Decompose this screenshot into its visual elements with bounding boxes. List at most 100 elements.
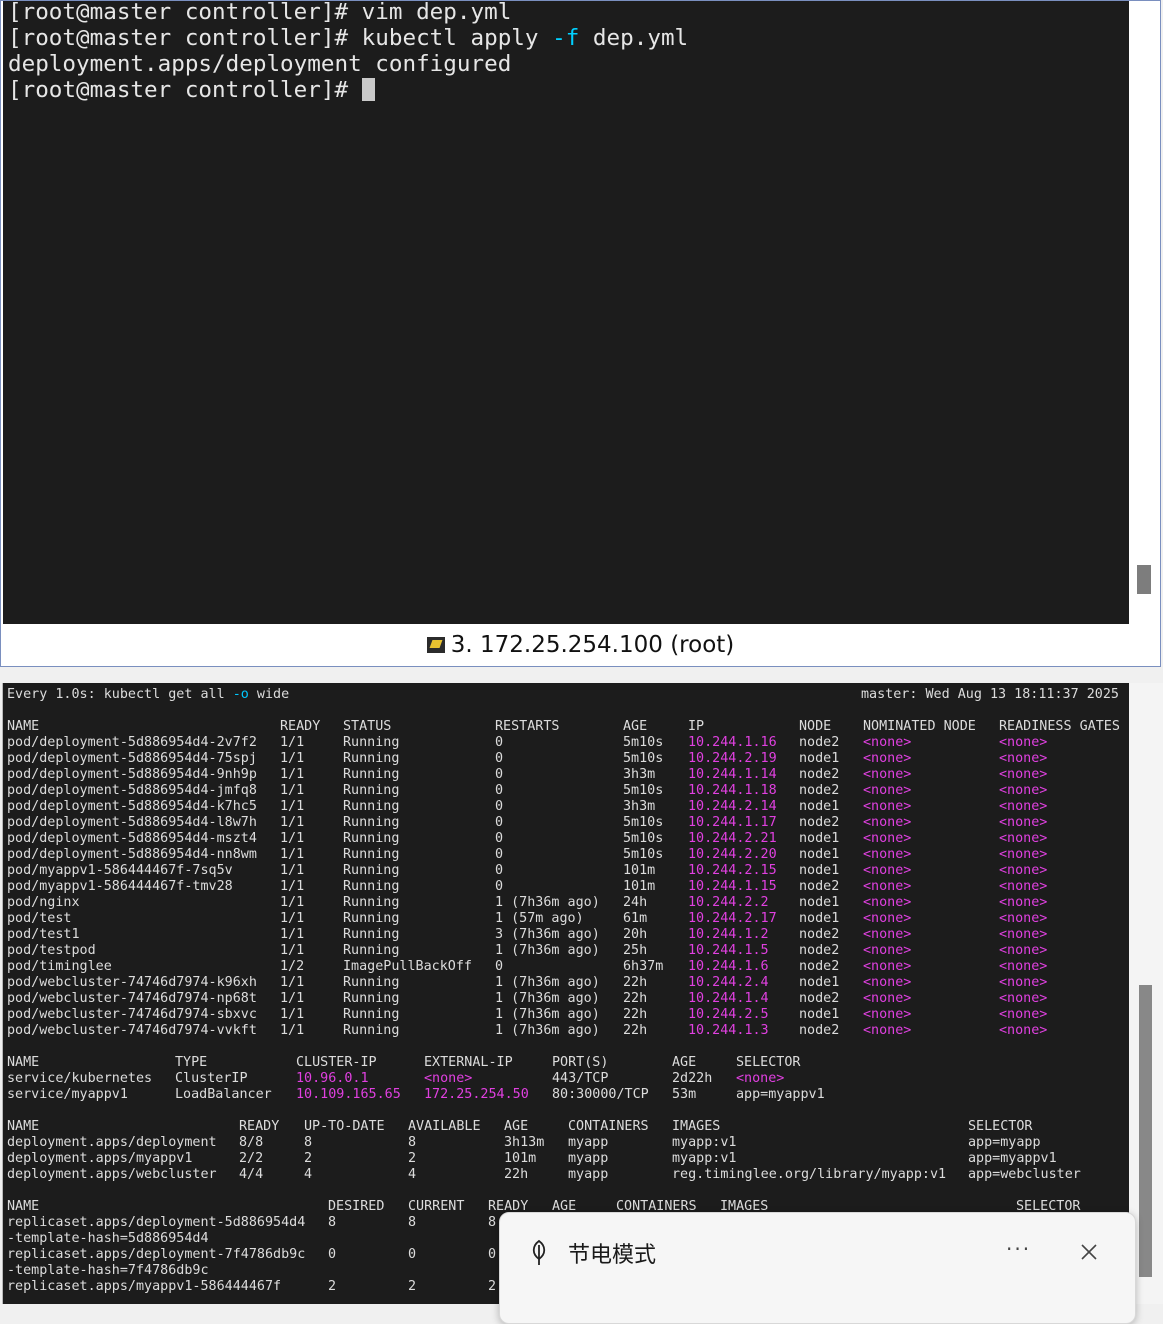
table-cell: Running (343, 911, 400, 926)
table-cell: <none> (863, 799, 912, 814)
table-cell: Running (343, 895, 400, 910)
table-cell: node1 (799, 751, 840, 766)
column-header: NAME (7, 1199, 40, 1214)
table-cell: node2 (799, 815, 840, 830)
prompt-text: [root@master controller]# (8, 77, 362, 103)
table-cell: 1 (7h36m ago) (495, 1023, 600, 1038)
table-cell: 3 (7h36m ago) (495, 927, 600, 942)
table-cell: Running (343, 1007, 400, 1022)
table-cell: 5m10s (623, 815, 664, 830)
table-cell: 10.244.1.4 (688, 991, 769, 1006)
table-cell: 1/1 (280, 991, 305, 1006)
table-cell: 1/1 (280, 895, 305, 910)
table-cell: node2 (799, 879, 840, 894)
battery-saver-notification[interactable]: 节电模式 ··· (499, 1212, 1136, 1324)
leaf-icon (532, 1239, 546, 1265)
watch-header: Every 1.0s: kubectl get all -o wide (7, 687, 289, 703)
table-cell: 0 (488, 1247, 497, 1262)
table-cell: Running (343, 767, 400, 782)
table-cell: node1 (799, 1007, 840, 1022)
table-cell: <none> (863, 975, 912, 990)
more-options-button[interactable]: ··· (1006, 1237, 1031, 1261)
table-cell: replicaset.apps/deployment-7f4786db9c (7, 1247, 306, 1262)
table-cell: 10.109.165.65 (296, 1087, 401, 1102)
top-terminal-screen[interactable]: [root@master controller]# vim dep.yml [r… (3, 1, 1129, 624)
table-cell: node1 (799, 895, 840, 910)
column-header: CLUSTER-IP (296, 1055, 377, 1070)
table-cell: Running (343, 815, 400, 830)
table-cell: node1 (799, 847, 840, 862)
table-cell: 10.244.1.5 (688, 943, 769, 958)
top-scrollbar-thumb[interactable] (1137, 565, 1151, 594)
key-icon (426, 637, 445, 653)
table-cell: pod/webcluster-74746d7974-np68t (7, 991, 257, 1006)
table-cell: pod/deployment-5d886954d4-nn8wm (7, 847, 257, 862)
column-header: PORT(S) (552, 1055, 609, 1070)
table-cell: node1 (799, 975, 840, 990)
table-cell: 0 (495, 735, 504, 750)
table-cell: 1/1 (280, 927, 305, 942)
table-cell: service/kubernetes (7, 1071, 153, 1086)
bottom-scrollbar-thumb[interactable] (1139, 985, 1152, 1277)
session-tab[interactable]: 3. 172.25.254.100 (root) (426, 632, 734, 658)
table-cell: <none> (999, 927, 1048, 942)
table-cell: <none> (863, 863, 912, 878)
table-cell: <none> (863, 847, 912, 862)
table-cell: Running (343, 783, 400, 798)
table-cell: 10.244.1.3 (688, 1023, 769, 1038)
table-cell: myapp (568, 1151, 609, 1166)
table-cell: Running (343, 751, 400, 766)
column-header: READY (280, 719, 321, 734)
table-cell: 22h (623, 1023, 648, 1038)
table-cell: 24h (623, 895, 648, 910)
table-cell: 4 (304, 1167, 313, 1182)
table-cell: <none> (999, 911, 1048, 926)
table-cell: 22h (623, 1007, 648, 1022)
table-cell: 1/1 (280, 911, 305, 926)
table-cell: Running (343, 991, 400, 1006)
close-icon[interactable] (1080, 1243, 1098, 1261)
table-cell: node1 (799, 863, 840, 878)
table-cell: 2 (328, 1279, 337, 1294)
table-cell: <none> (863, 751, 912, 766)
table-cell: 1/1 (280, 863, 305, 878)
top-scrollbar[interactable] (1129, 1, 1160, 624)
table-cell: <none> (999, 943, 1048, 958)
table-cell: pod/deployment-5d886954d4-mszt4 (7, 831, 257, 846)
table-cell: 10.244.1.17 (688, 815, 777, 830)
table-cell: <none> (999, 767, 1048, 782)
table-cell: <none> (863, 927, 912, 942)
table-cell: 4 (408, 1167, 417, 1182)
column-header: READY (239, 1119, 280, 1134)
table-cell: node1 (799, 799, 840, 814)
table-cell: 22h (623, 975, 648, 990)
table-cell: 10.244.1.6 (688, 959, 769, 974)
terminal-line: deployment.apps/deployment configured (8, 51, 512, 77)
table-cell: 53m (672, 1087, 697, 1102)
table-cell: <none> (863, 1023, 912, 1038)
table-cell: 25h (623, 943, 648, 958)
table-cell: 10.244.2.15 (688, 863, 777, 878)
table-cell: <none> (863, 879, 912, 894)
column-header: SELECTOR (736, 1055, 801, 1070)
column-header: AVAILABLE (408, 1119, 481, 1134)
table-cell: 0 (495, 831, 504, 846)
table-cell: pod/deployment-5d886954d4-jmfq8 (7, 783, 257, 798)
table-cell: 8 (408, 1215, 417, 1230)
table-cell: 0 (495, 799, 504, 814)
table-cell: 2 (408, 1151, 417, 1166)
table-cell: node2 (799, 991, 840, 1006)
table-cell: 3h3m (623, 799, 656, 814)
column-header: NAME (7, 1055, 40, 1070)
table-cell: <none> (863, 991, 912, 1006)
table-cell: 443/TCP (552, 1071, 609, 1086)
table-cell: 5m10s (623, 831, 664, 846)
watch-flag: -o (232, 687, 249, 702)
bottom-terminal-screen[interactable]: Every 1.0s: kubectl get all -o wide mast… (3, 683, 1129, 1304)
table-cell: <none> (999, 735, 1048, 750)
bottom-scrollbar[interactable] (1129, 683, 1163, 1304)
table-cell: 1/1 (280, 751, 305, 766)
notification-title: 节电模式 (568, 1243, 657, 1268)
column-header: AGE (672, 1055, 697, 1070)
table-cell: pod/webcluster-74746d7974-k96xh (7, 975, 257, 990)
